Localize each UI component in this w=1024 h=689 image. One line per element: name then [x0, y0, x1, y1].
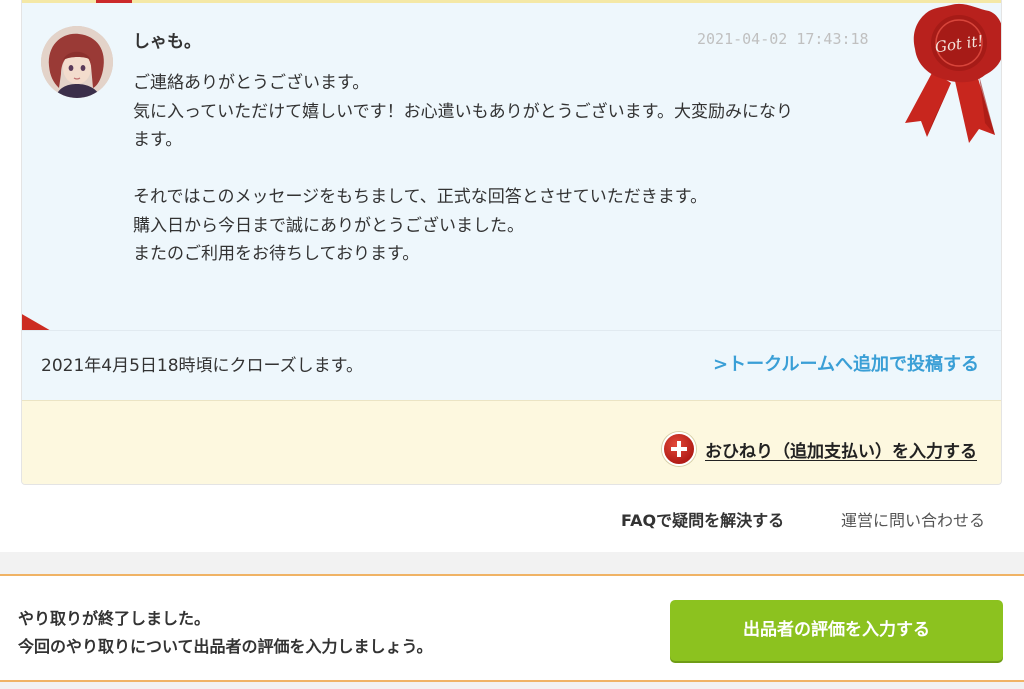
message-line: 購入日から今日まで誠にありがとうございました。	[133, 215, 524, 236]
completion-line: 今回のやり取りについて出品者の評価を入力しましょう。	[18, 637, 433, 656]
message-area: しゃも。 2021-04-02 17:43:18 ご連絡ありがとうございます。 …	[22, 3, 1001, 414]
seller-review-button[interactable]: 出品者の評価を入力する	[670, 600, 1003, 661]
close-notice-row: 2021年4月5日18時頃にクローズします。 >トークルームへ追加で投稿する	[22, 330, 1001, 400]
close-notice: 2021年4月5日18時頃にクローズします。	[41, 356, 363, 376]
completion-bar: やり取りが終了しました。 今回のやり取りについて出品者の評価を入力しましょう。 …	[0, 574, 1024, 682]
completion-message: やり取りが終了しました。 今回のやり取りについて出品者の評価を入力しましょう。	[18, 605, 433, 661]
footer-strip	[0, 682, 1024, 689]
completion-line: やり取りが終了しました。	[18, 609, 211, 628]
message-line: ご連絡ありがとうございます。	[133, 73, 370, 93]
message-body: ご連絡ありがとうございます。 気に入っていただけて嬉しいです！お心遣いもありがと…	[133, 69, 889, 269]
section-divider	[0, 552, 1024, 574]
avatar-illustration-icon	[41, 26, 113, 98]
sender-name: しゃも。	[133, 32, 201, 52]
tip-row: おひねり（追加支払い）を入力する	[22, 400, 1001, 484]
got-it-seal-icon: Got it!	[893, 3, 1001, 153]
talkroom-post-link[interactable]: >トークルームへ追加で投稿する	[713, 350, 979, 376]
message-timestamp: 2021-04-02 17:43:18	[697, 30, 869, 48]
tip-input-link[interactable]: おひねり（追加支払い）を入力する	[662, 432, 977, 466]
tip-label: おひねり（追加支払い）を入力する	[705, 441, 977, 462]
plus-circle-icon	[662, 432, 696, 466]
message-line: またのご利用をお待ちしております。	[133, 244, 420, 264]
help-links: FAQで疑問を解決する 運営に問い合わせる	[0, 505, 1024, 535]
message-line-blank	[133, 155, 889, 184]
contact-support-link[interactable]: 運営に問い合わせる	[841, 507, 985, 531]
avatar[interactable]	[41, 26, 113, 98]
message-card: しゃも。 2021-04-02 17:43:18 ご連絡ありがとうございます。 …	[21, 0, 1002, 485]
message-line: 気に入っていただけて嬉しいです！お心遣いもありがとうございます。大変励みになり	[133, 101, 793, 122]
message-line: ます。	[133, 130, 183, 150]
faq-link[interactable]: FAQで疑問を解決する	[621, 507, 784, 531]
message-line: それではこのメッセージをもちまして、正式な回答とさせていただきます。	[133, 187, 708, 207]
